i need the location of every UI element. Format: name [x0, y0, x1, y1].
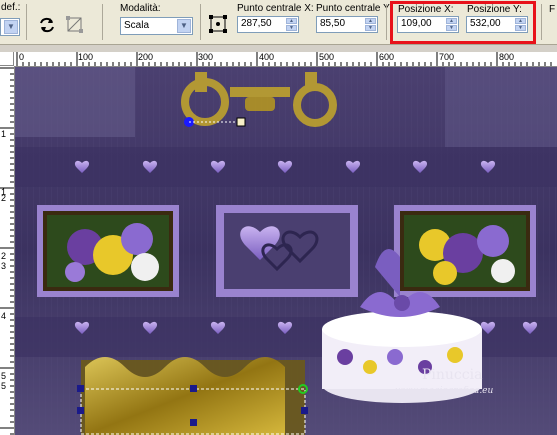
separator [386, 4, 387, 40]
ruler-label: 400 [259, 52, 275, 62]
center-pivot-button[interactable] [207, 13, 229, 35]
ruler-label: 300 [198, 52, 214, 62]
ruler-label: 100 [78, 52, 94, 62]
toolbar-divider [0, 45, 557, 52]
vertical-ruler: 1 1 2 2 3 4 5 5 [0, 66, 15, 435]
ruler-label: 3 [1, 261, 7, 271]
ruler-label: 500 [319, 52, 335, 62]
chevron-down-icon: ▼ [177, 19, 191, 33]
center-hearts-frame [216, 205, 358, 297]
watermark-name: Pinuccia [422, 367, 483, 383]
ruler-corner [0, 52, 14, 66]
center-x-field[interactable]: 287,50 ▲ ▼ [237, 16, 299, 33]
separator [26, 4, 27, 40]
ruler-label: 600 [379, 52, 395, 62]
transform-icon [66, 16, 83, 33]
chevron-down-icon: ▼ [4, 20, 18, 34]
center-x-label: Punto centrale X: [237, 3, 314, 14]
partial-label: F [549, 4, 556, 15]
center-y-field[interactable]: 85,50 ▲ ▼ [316, 16, 378, 33]
spin-arrows[interactable]: ▲ ▼ [286, 18, 297, 31]
mode-value: Scala [124, 20, 150, 31]
preset-label: def.: [1, 2, 21, 13]
watermark-url: www.magicgrafica.eu [395, 386, 494, 396]
ruler-label: 2 [1, 251, 7, 261]
mode-select[interactable]: Scala ▼ [120, 17, 193, 35]
center-pivot-icon [209, 15, 227, 33]
separator [102, 4, 103, 40]
ruler-label: 5 [1, 381, 7, 391]
center-x-value: 287,50 [241, 18, 272, 29]
separator [541, 4, 542, 40]
ruler-label: 700 [439, 52, 455, 62]
preset-select[interactable]: ▼ [0, 18, 20, 36]
center-y-label: Punto centrale Y: [316, 3, 392, 14]
left-flower-frame [37, 205, 179, 297]
tool-options-toolbar: def.: ▼ Modalità: Scala ▼ Punto centrale… [0, 0, 557, 45]
image-canvas[interactable]: Pinuccia www.magicgrafica.eu [15, 67, 557, 435]
separator [200, 4, 201, 40]
ruler-label: 800 [499, 52, 515, 62]
ruler-label: 200 [138, 52, 154, 62]
transform-button[interactable] [64, 14, 86, 36]
ruler-label: 0 [19, 52, 25, 62]
rotate-reset-button[interactable] [36, 14, 58, 36]
horizontal-ruler: 0 100 200 300 400 500 600 700 800 [14, 52, 557, 67]
right-flower-frame [394, 205, 536, 297]
highlight-box [390, 1, 536, 44]
rotate-arrows-icon [40, 17, 54, 33]
ruler-label: 4 [1, 311, 7, 321]
ruler-label: 2 [1, 193, 7, 203]
ruler-ticks [16, 52, 552, 66]
spin-arrows[interactable]: ▲ ▼ [365, 18, 376, 31]
mode-label: Modalità: [120, 3, 161, 14]
ruler-label: 5 [1, 371, 7, 381]
center-y-value: 85,50 [320, 18, 346, 29]
ruler-label: 1 [1, 129, 7, 139]
